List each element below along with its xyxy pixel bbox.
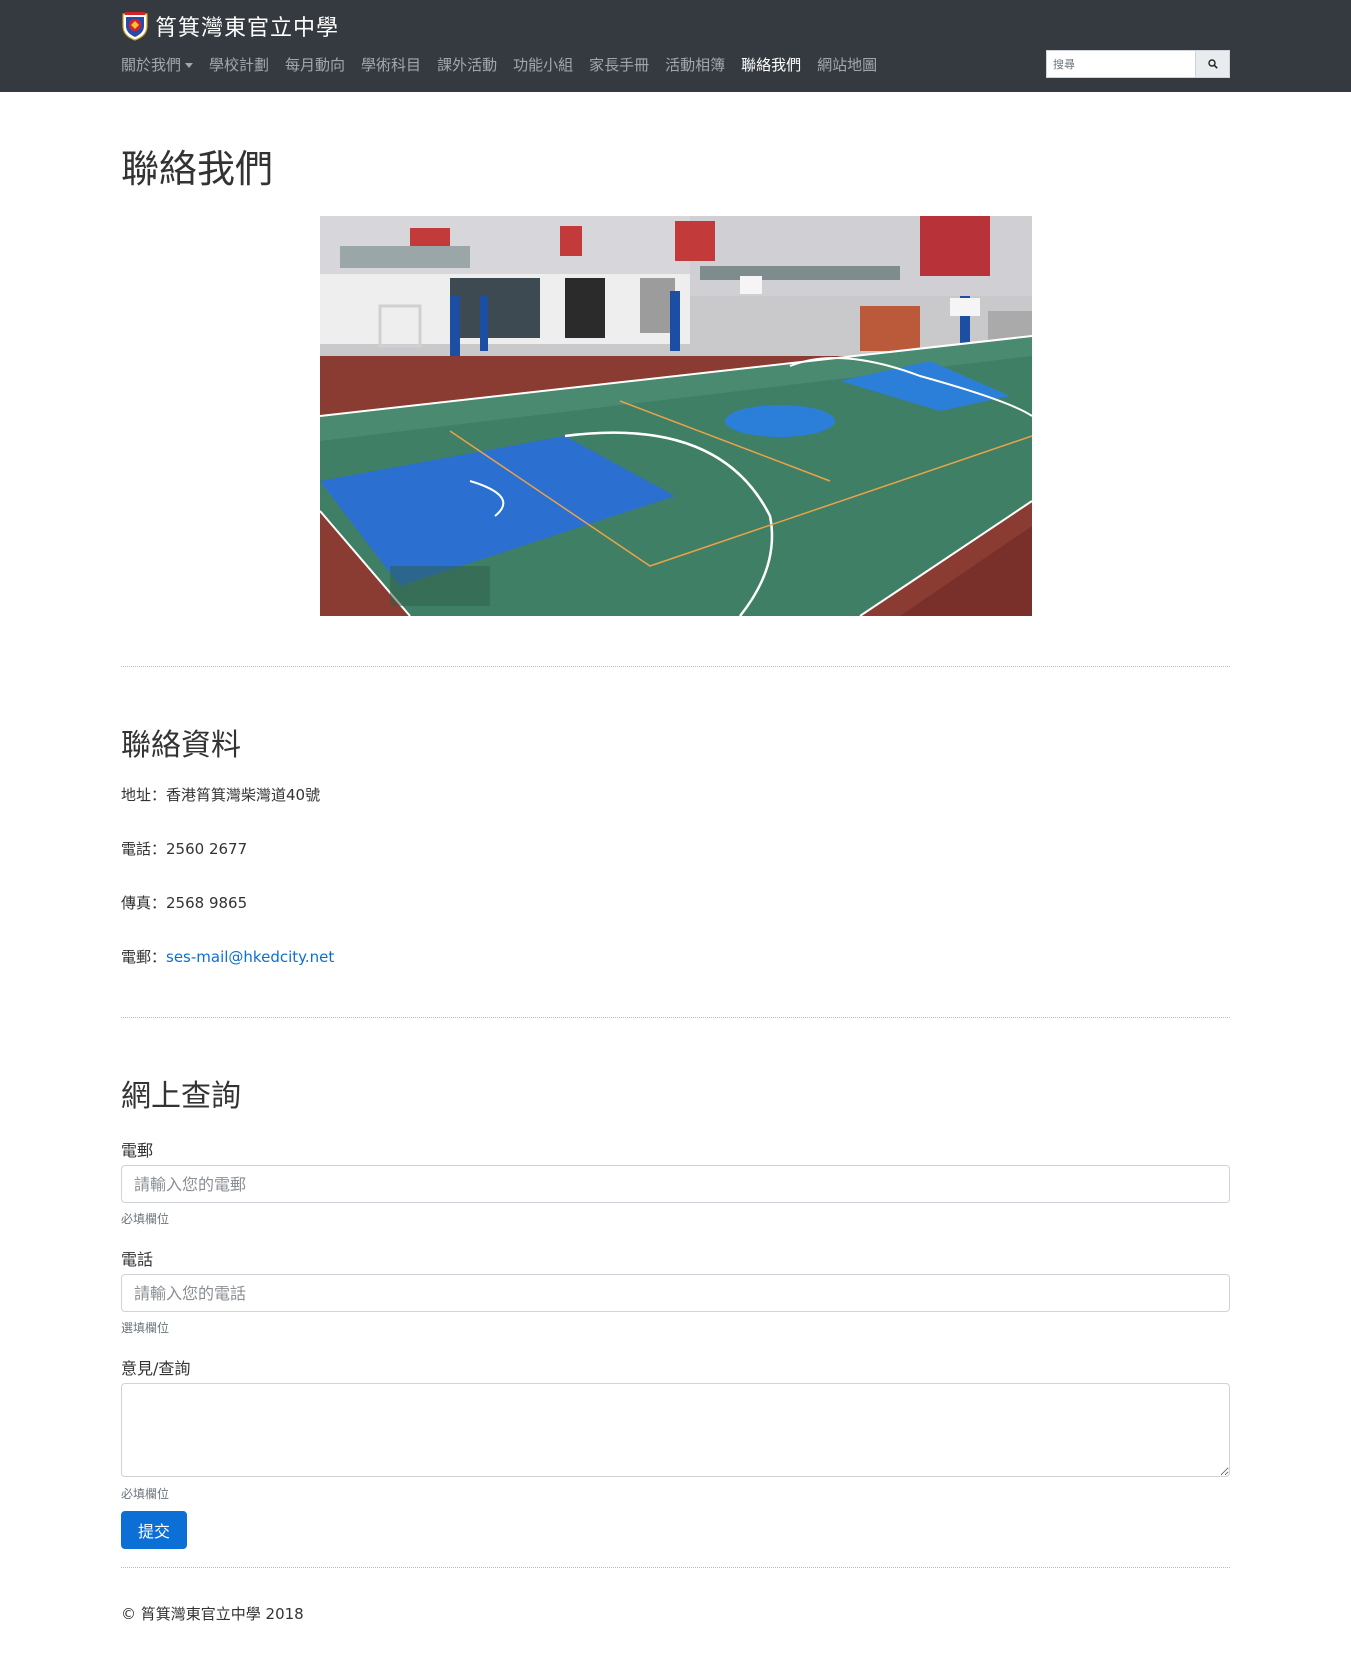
phone-label: 電話： bbox=[121, 840, 167, 858]
caret-down-icon bbox=[185, 63, 194, 68]
fax-label: 傳真： bbox=[121, 894, 167, 912]
nav-menu: 關於我們 學校計劃 每月動向 學術科目 課外活動 功能小組 家長手冊 活動相簿 … bbox=[121, 54, 893, 75]
inquiry-title: 網上查詢 bbox=[121, 1079, 241, 1114]
email-link[interactable]: ses-mail@hkedcity.net bbox=[166, 948, 334, 966]
search-icon bbox=[1207, 59, 1218, 69]
email-line: 電郵：ses-mail@hkedcity.net bbox=[121, 946, 334, 967]
phone-field-label: 電話 bbox=[121, 1250, 154, 1269]
nav-item-sitemap[interactable]: 網站地圖 bbox=[817, 54, 877, 75]
contact-info-title: 聯絡資料 bbox=[121, 728, 241, 763]
nav-item-extracurricular[interactable]: 課外活動 bbox=[437, 54, 497, 75]
search-input[interactable] bbox=[1046, 50, 1195, 78]
brand-name: 筲箕灣東官立中學 bbox=[155, 16, 340, 41]
nav-item-school-plan[interactable]: 學校計劃 bbox=[209, 54, 269, 75]
nav-item-functional-groups[interactable]: 功能小組 bbox=[513, 54, 573, 75]
fax-line: 傳真：2568 9865 bbox=[121, 892, 247, 913]
email-field-label: 電郵 bbox=[121, 1141, 154, 1160]
divider bbox=[121, 666, 1230, 667]
phone-line: 電話：2560 2677 bbox=[121, 838, 247, 859]
school-crest-icon bbox=[122, 12, 148, 41]
divider bbox=[121, 1567, 1230, 1568]
nav-item-monthly-news[interactable]: 每月動向 bbox=[285, 54, 345, 75]
nav-item-parent-handbook[interactable]: 家長手冊 bbox=[589, 54, 649, 75]
message-field-label: 意見/查詢 bbox=[121, 1359, 191, 1378]
nav-item-about-us[interactable]: 關於我們 bbox=[121, 54, 194, 75]
footer-copyright: © 筲箕灣東官立中學 2018 bbox=[121, 1605, 304, 1623]
email-label: 電郵： bbox=[121, 948, 167, 966]
message-textarea[interactable] bbox=[121, 1383, 1230, 1477]
nav-item-academic-subjects[interactable]: 學術科目 bbox=[361, 54, 421, 75]
message-help-text: 必填欄位 bbox=[121, 1487, 170, 1501]
fax-value: 2568 9865 bbox=[166, 894, 248, 912]
brand[interactable]: 筲箕灣東官立中學 bbox=[121, 10, 339, 42]
email-field[interactable] bbox=[121, 1165, 1230, 1203]
submit-button[interactable]: 提交 bbox=[121, 1511, 187, 1549]
nav-item-contact-us[interactable]: 聯絡我們 bbox=[741, 54, 801, 75]
phone-help-text: 選填欄位 bbox=[121, 1321, 170, 1335]
top-navbar: 筲箕灣東官立中學 關於我們 學校計劃 每月動向 學術科目 課外活動 功能小組 家… bbox=[0, 0, 1351, 92]
email-help-text: 必填欄位 bbox=[121, 1212, 170, 1226]
nav-item-label: 關於我們 bbox=[121, 56, 182, 74]
nav-item-photo-album[interactable]: 活動相簿 bbox=[665, 54, 725, 75]
search-form bbox=[1046, 50, 1230, 78]
address-line: 地址：香港筲箕灣柴灣道40號 bbox=[121, 784, 320, 805]
basketball-court-photo bbox=[320, 216, 1032, 616]
divider bbox=[121, 1017, 1230, 1018]
page-title: 聯絡我們 bbox=[121, 147, 274, 191]
address-label: 地址： bbox=[121, 786, 167, 804]
search-button[interactable] bbox=[1195, 50, 1230, 78]
phone-field[interactable] bbox=[121, 1274, 1230, 1312]
phone-value: 2560 2677 bbox=[166, 840, 248, 858]
address-value: 香港筲箕灣柴灣道40號 bbox=[166, 786, 321, 804]
